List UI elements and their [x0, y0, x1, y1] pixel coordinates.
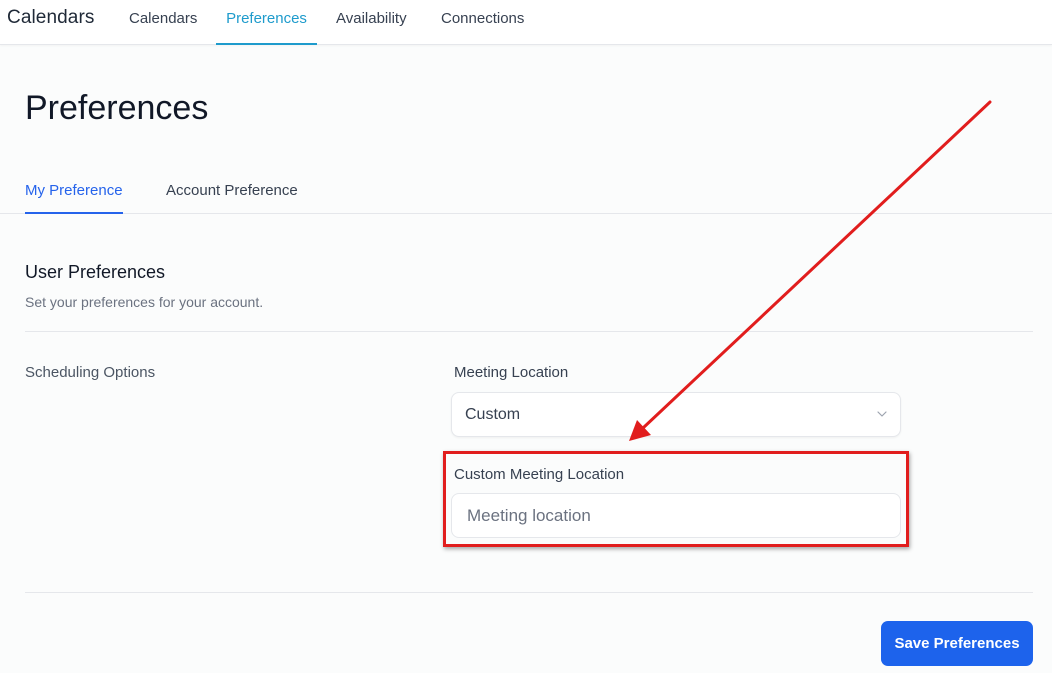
- app-title: Calendars: [7, 7, 95, 28]
- meeting-location-value: Custom: [465, 406, 521, 423]
- subtab-my-preference[interactable]: My Preference: [25, 182, 123, 214]
- footer-divider: [25, 592, 1033, 593]
- tab-connections[interactable]: Connections: [441, 10, 524, 45]
- custom-meeting-location-label: Custom Meeting Location: [454, 466, 625, 483]
- tab-calendars[interactable]: Calendars: [129, 10, 197, 45]
- section-title: User Preferences: [25, 262, 166, 282]
- section-subtitle: Set your preferences for your account.: [25, 294, 264, 310]
- save-preferences-button[interactable]: Save Preferences: [881, 621, 1033, 666]
- meeting-location-label: Meeting Location: [454, 364, 569, 381]
- subtab-account-preference[interactable]: Account Preference: [166, 182, 298, 214]
- section-divider: [25, 331, 1033, 332]
- scheduling-options-label: Scheduling Options: [25, 364, 156, 381]
- top-navigation-bar: Calendars Calendars Preferences Availabi…: [0, 0, 1052, 45]
- page-title: Preferences: [25, 89, 209, 127]
- custom-meeting-location-input[interactable]: [451, 493, 901, 538]
- tab-preferences[interactable]: Preferences: [216, 10, 317, 45]
- meeting-location-select[interactable]: Custom: [451, 392, 901, 437]
- preference-subtabs: My Preference Account Preference: [0, 170, 1052, 214]
- tab-availability[interactable]: Availability: [336, 10, 407, 45]
- chevron-down-icon: [877, 411, 887, 417]
